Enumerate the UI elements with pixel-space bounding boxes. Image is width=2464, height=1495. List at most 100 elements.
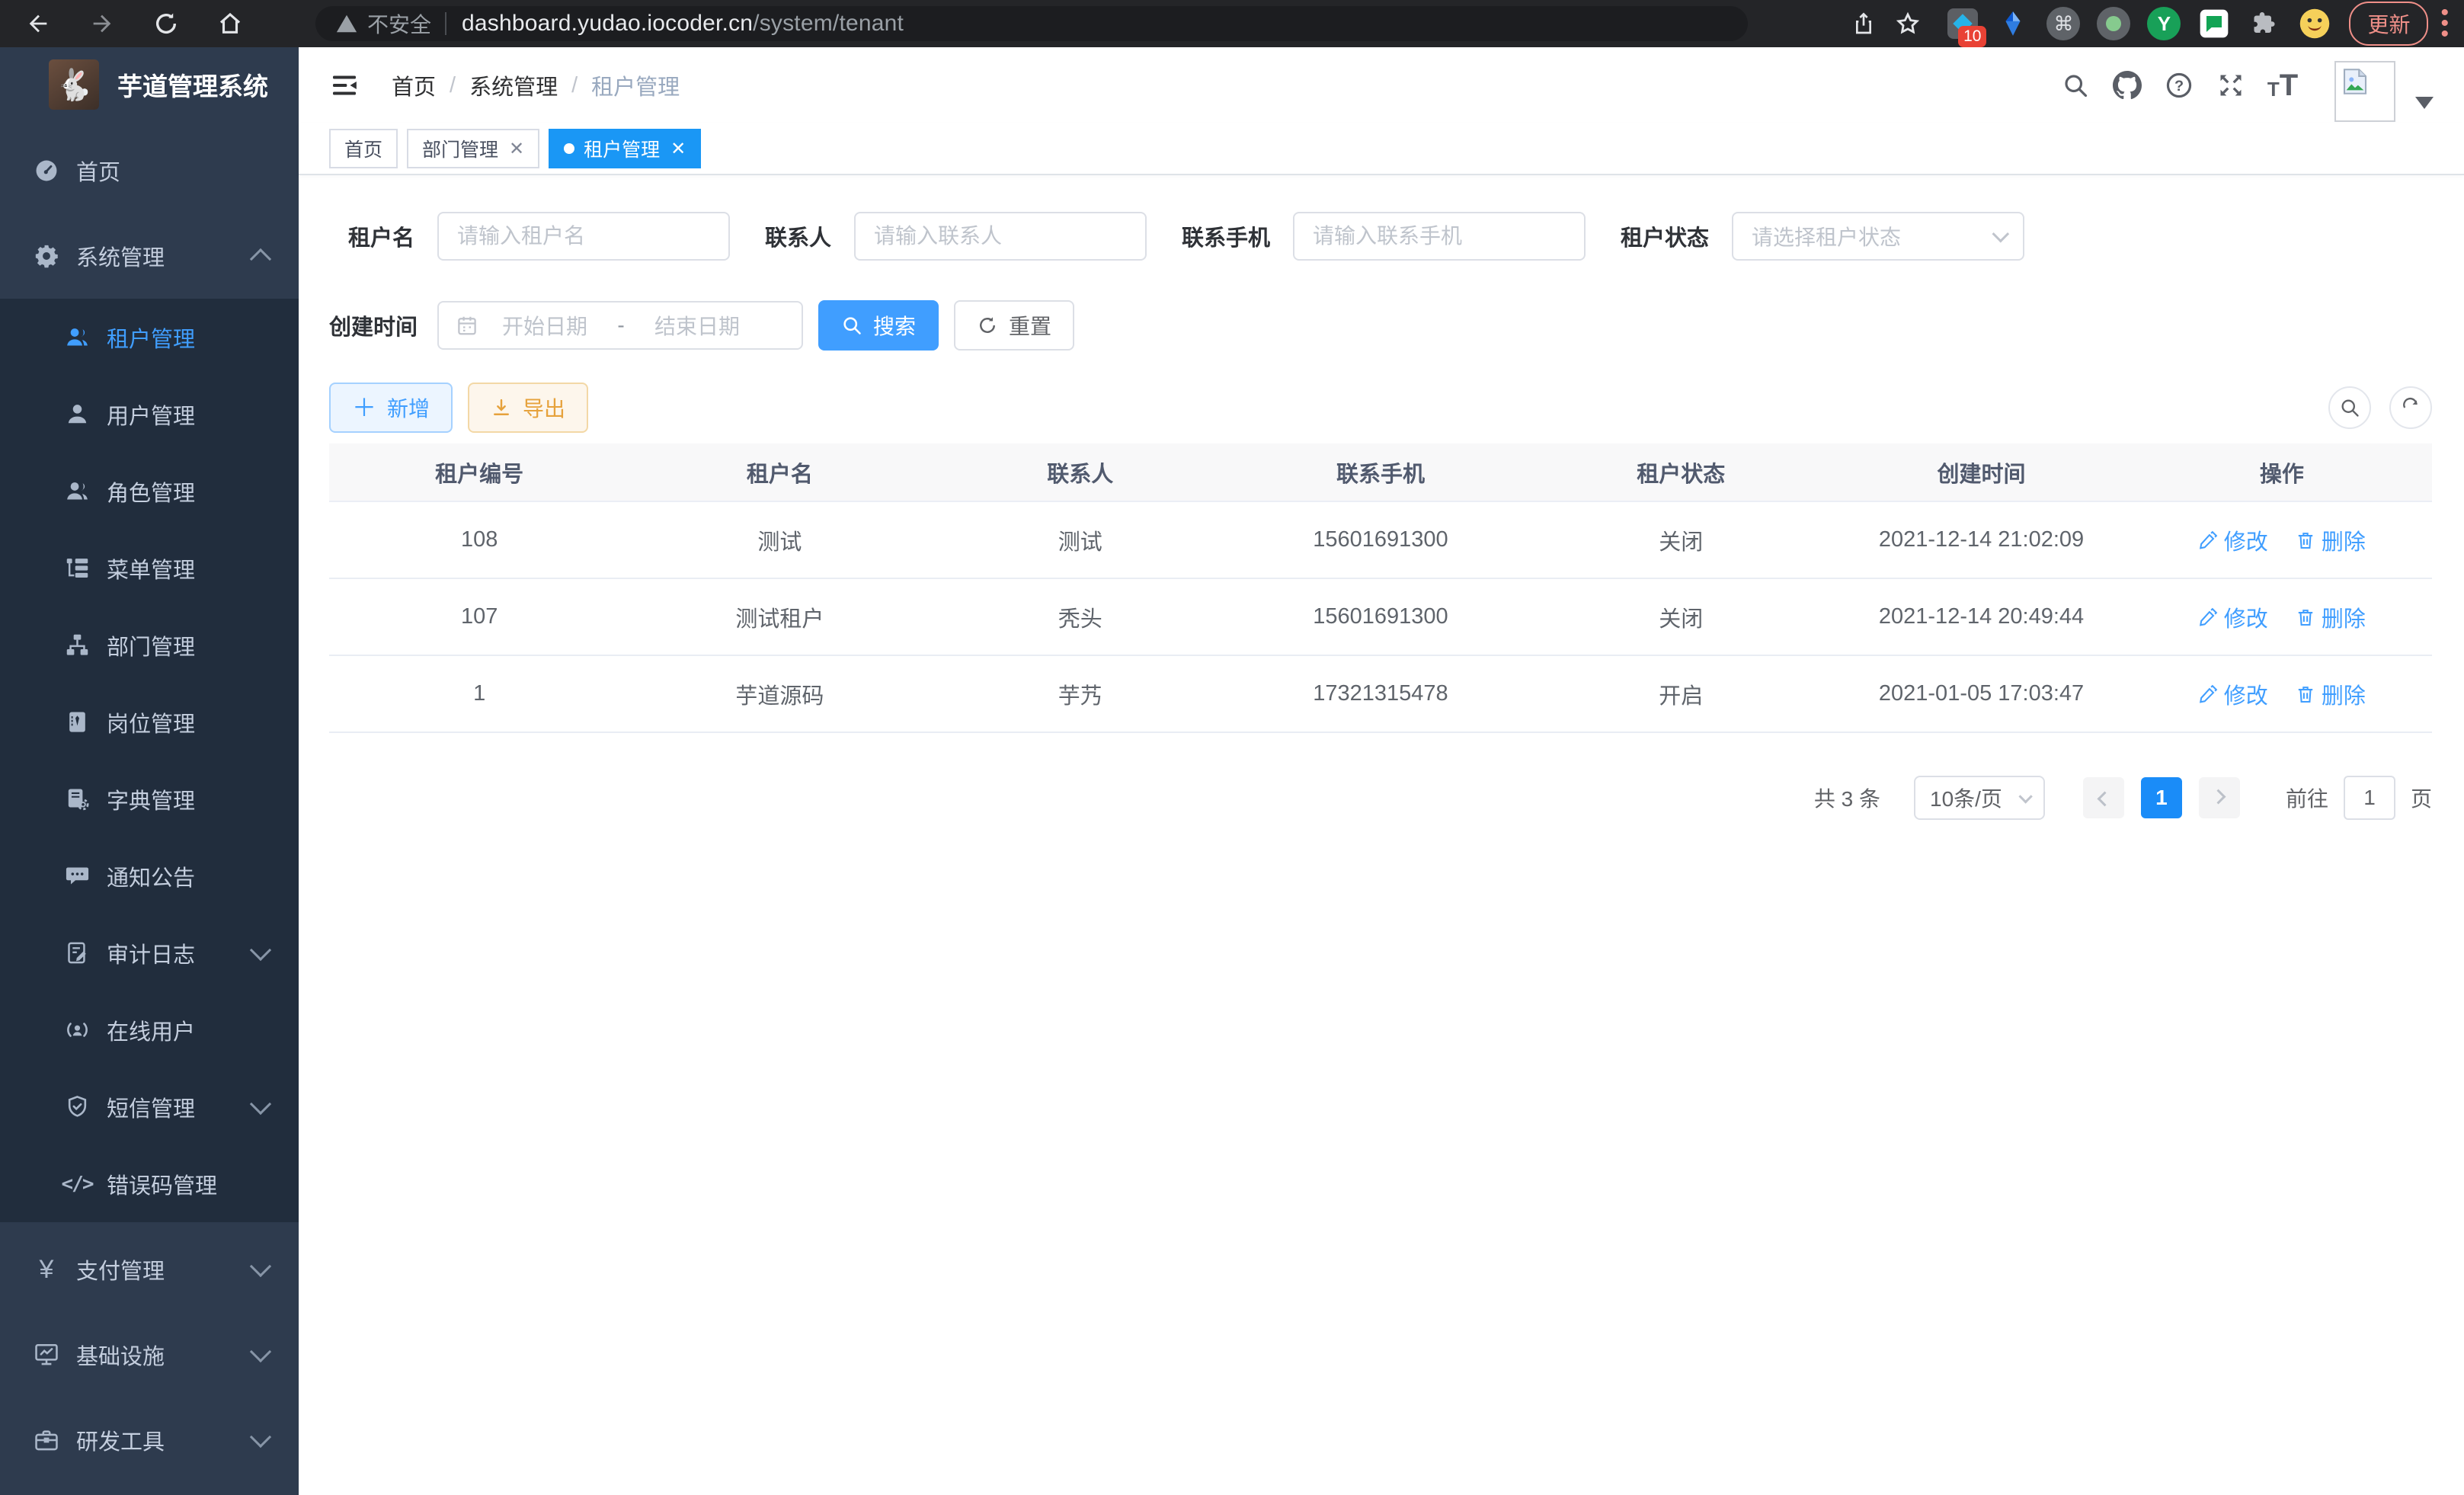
sidebar-item-payment[interactable]: ¥ 支付管理 — [0, 1227, 299, 1312]
sidebar-item-dev-tools[interactable]: 研发工具 — [0, 1397, 299, 1483]
phone-input[interactable] — [1293, 212, 1586, 261]
edit-link[interactable]: 修改 — [2198, 524, 2268, 556]
date-range-picker[interactable]: 开始日期 - 结束日期 — [437, 301, 803, 350]
sidebar-item-menus[interactable]: 菜单管理 — [0, 530, 299, 607]
collapse-sidebar-icon[interactable] — [329, 70, 360, 101]
contact-input[interactable] — [854, 212, 1147, 261]
sidebar-item-home[interactable]: 首页 — [0, 128, 299, 213]
goto-page-input[interactable] — [2344, 776, 2395, 820]
create-time-label: 创建时间 — [329, 309, 414, 341]
sidebar-item-label: 首页 — [76, 155, 120, 187]
shield-check-icon — [59, 1094, 94, 1119]
share-icon[interactable] — [1842, 2, 1886, 45]
extension-emoji-icon[interactable] — [2297, 6, 2332, 41]
tenant-name-input[interactable] — [437, 212, 730, 261]
svg-text:?: ? — [2174, 78, 2184, 94]
prev-page-button[interactable] — [2083, 777, 2124, 818]
tab-dept[interactable]: 部门管理 ✕ — [407, 129, 539, 168]
sidebar-item-error-codes[interactable]: </> 错误码管理 — [0, 1145, 299, 1222]
col-contact: 联系人 — [930, 443, 1230, 501]
header-search-icon[interactable] — [2050, 72, 2101, 99]
sidebar-item-notice[interactable]: 通知公告 — [0, 837, 299, 914]
next-page-button[interactable] — [2199, 777, 2240, 818]
export-button[interactable]: 导出 — [468, 383, 588, 433]
online-user-icon — [59, 1017, 94, 1042]
avatar-caret-icon[interactable] — [2415, 97, 2434, 109]
security-label[interactable]: 不安全 — [367, 8, 431, 39]
sidebar-item-infra[interactable]: 基础设施 — [0, 1312, 299, 1397]
goto-label: 前往 — [2286, 783, 2328, 813]
edit-icon — [2198, 607, 2218, 627]
dictionary-icon — [59, 786, 94, 812]
sidebar-item-dict[interactable]: 字典管理 — [0, 760, 299, 837]
date-separator: - — [610, 313, 632, 338]
font-size-icon[interactable]: TT — [2257, 72, 2309, 99]
table-refresh-icon[interactable] — [2389, 386, 2432, 429]
sidebar-item-sms[interactable]: 短信管理 — [0, 1068, 299, 1145]
tab-home[interactable]: 首页 — [329, 129, 398, 168]
table-search-toggle-icon[interactable] — [2328, 386, 2371, 429]
trash-icon — [2296, 607, 2315, 627]
tenant-name-label: 租户名 — [329, 220, 414, 252]
sidebar-item-audit-log[interactable]: 审计日志 — [0, 914, 299, 991]
help-icon[interactable]: ? — [2153, 71, 2205, 100]
edit-link[interactable]: 修改 — [2198, 601, 2268, 633]
security-warning-icon[interactable] — [335, 12, 358, 35]
forward-icon[interactable] — [79, 2, 125, 45]
close-icon[interactable]: ✕ — [509, 138, 524, 160]
sidebar-item-posts[interactable]: 岗位管理 — [0, 683, 299, 760]
sidebar-item-tenant[interactable]: 租户管理 — [0, 299, 299, 376]
extension-command-icon[interactable]: ⌘ — [2046, 6, 2081, 41]
url-text[interactable]: dashboard.yudao.iocoder.cn/system/tenant — [462, 11, 904, 37]
search-button[interactable]: 搜索 — [818, 300, 939, 351]
app-title: 芋道管理系统 — [117, 66, 268, 103]
close-icon[interactable]: ✕ — [670, 138, 686, 160]
sidebar-item-label: 岗位管理 — [107, 706, 195, 738]
address-bar[interactable]: 不安全 dashboard.yudao.iocoder.cn/system/te… — [315, 6, 1748, 41]
chevron-down-icon — [2018, 789, 2032, 803]
dashboard-icon — [29, 158, 64, 184]
github-icon[interactable] — [2101, 71, 2153, 100]
sidebar-item-roles[interactable]: 角色管理 — [0, 453, 299, 530]
chevron-down-icon — [250, 1426, 271, 1448]
reset-button[interactable]: 重置 — [954, 300, 1074, 351]
gear-icon — [29, 243, 64, 269]
avatar[interactable] — [2334, 61, 2395, 122]
status-select[interactable]: 请选择租户状态 — [1732, 212, 2024, 261]
delete-link[interactable]: 删除 — [2296, 524, 2366, 556]
extension-workflow-icon[interactable]: 10 — [1945, 6, 1980, 41]
chrome-menu-icon[interactable]: ••• — [2440, 8, 2449, 40]
edit-link[interactable]: 修改 — [2198, 678, 2268, 710]
extension-kite-icon[interactable] — [1995, 6, 2030, 41]
current-page[interactable]: 1 — [2141, 777, 2182, 818]
chevron-left-icon — [2097, 792, 2112, 807]
fullscreen-icon[interactable] — [2205, 72, 2257, 99]
table-row: 108 测试 测试 15601691300 关闭 2021-12-14 21:0… — [329, 501, 2432, 578]
tenant-users-icon — [59, 325, 94, 350]
chrome-update-button[interactable]: 更新 — [2349, 2, 2428, 46]
page-size-select[interactable]: 10条/页 — [1914, 776, 2045, 820]
breadcrumb-system[interactable]: 系统管理 — [469, 69, 558, 101]
extension-recorder-icon[interactable] — [2096, 6, 2131, 41]
sidebar-item-online-users[interactable]: 在线用户 — [0, 991, 299, 1068]
bookmark-star-icon[interactable] — [1886, 2, 1930, 45]
sidebar-item-users[interactable]: 用户管理 — [0, 376, 299, 453]
reload-icon[interactable] — [143, 2, 189, 45]
table-toolbar: ＋ 新增 导出 — [329, 383, 2432, 433]
add-button[interactable]: ＋ 新增 — [329, 383, 453, 433]
sidebar-item-system[interactable]: 系统管理 — [0, 213, 299, 299]
sidebar-item-label: 研发工具 — [76, 1424, 165, 1456]
extensions-puzzle-icon[interactable] — [2247, 6, 2282, 41]
sidebar-item-label: 审计日志 — [107, 937, 195, 969]
contact-label: 联系人 — [765, 220, 831, 252]
app-logo[interactable]: 🐇 芋道管理系统 — [0, 47, 299, 122]
home-icon[interactable] — [207, 2, 253, 45]
extension-y-icon[interactable]: Y — [2146, 6, 2181, 41]
breadcrumb-home[interactable]: 首页 — [392, 69, 436, 101]
sidebar-item-depts[interactable]: 部门管理 — [0, 607, 299, 683]
delete-link[interactable]: 删除 — [2296, 601, 2366, 633]
tab-tenant[interactable]: 租户管理 ✕ — [549, 129, 701, 168]
delete-link[interactable]: 删除 — [2296, 678, 2366, 710]
extension-chat-icon[interactable] — [2197, 6, 2232, 41]
back-icon[interactable] — [15, 2, 61, 45]
